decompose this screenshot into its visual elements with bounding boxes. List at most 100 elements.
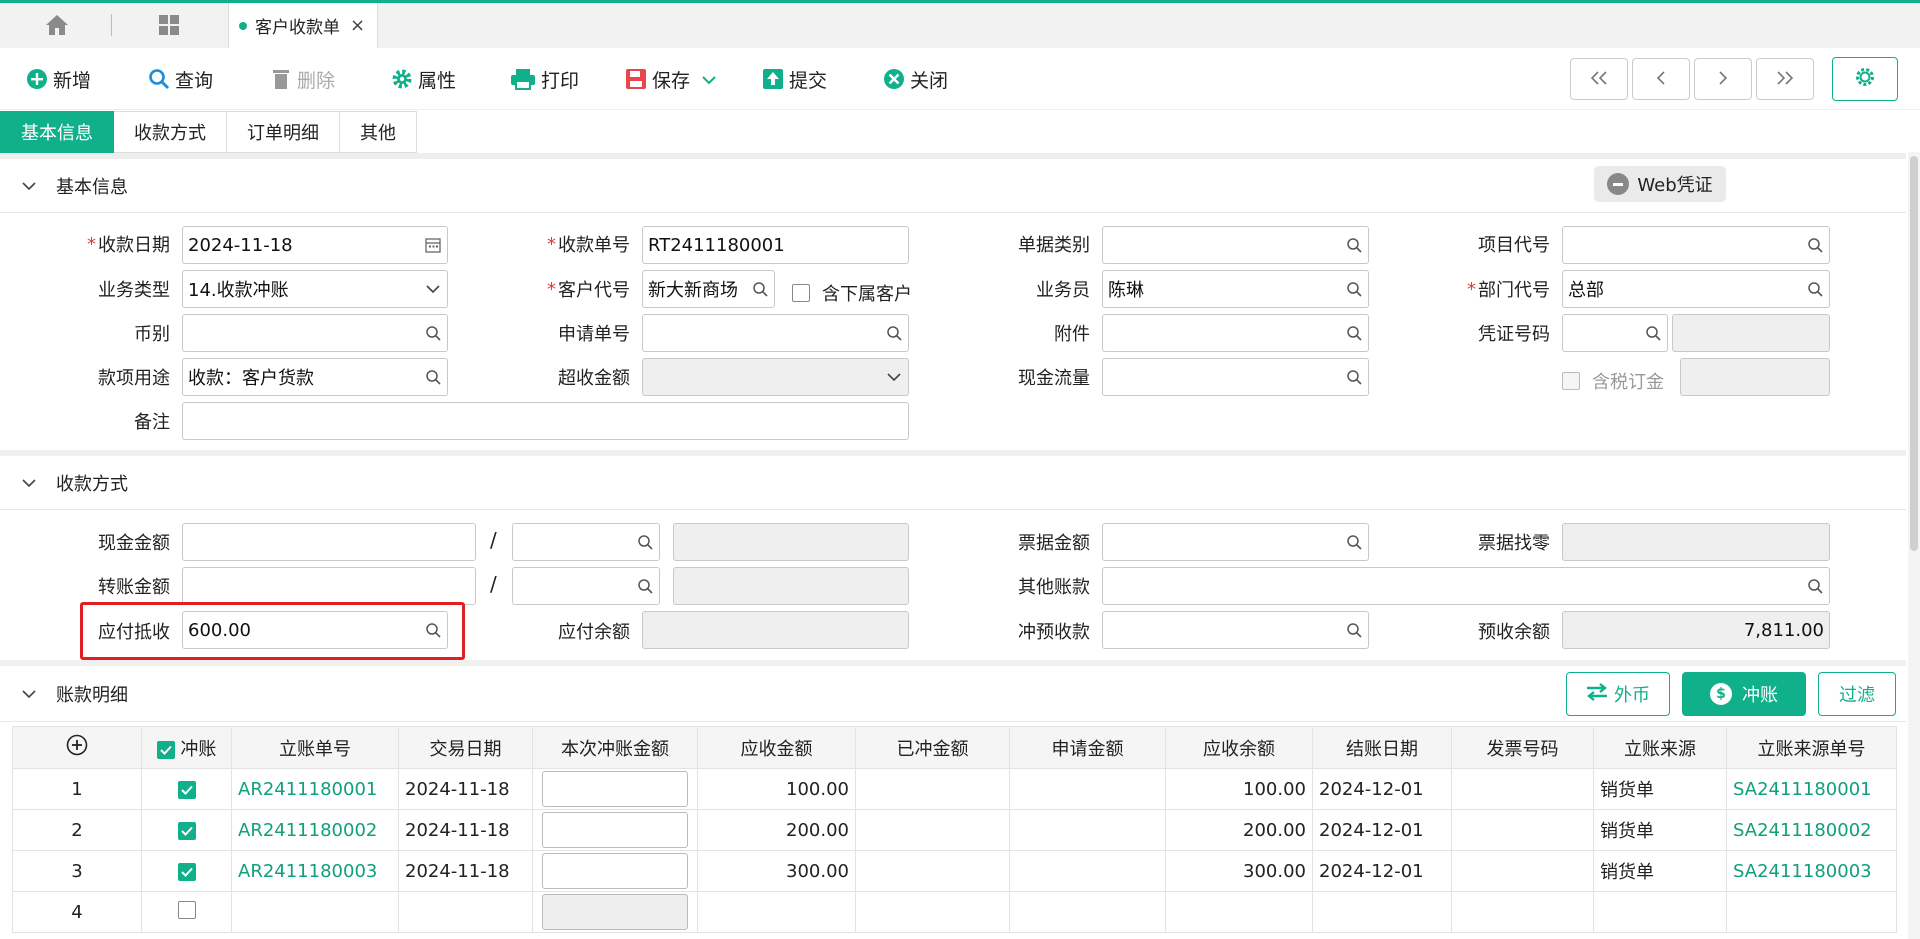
ar-no-link[interactable]: AR2411180003 xyxy=(231,850,399,892)
vertical-scrollbar[interactable] xyxy=(1908,152,1920,939)
search-icon[interactable] xyxy=(424,368,442,386)
ar-no-link[interactable] xyxy=(231,891,399,933)
currency-field[interactable] xyxy=(182,314,448,352)
offset-amount-input[interactable] xyxy=(542,894,688,930)
transfer-account-field[interactable] xyxy=(512,567,660,605)
search-icon[interactable] xyxy=(424,324,442,342)
search-icon[interactable] xyxy=(1345,324,1363,342)
salesman-field[interactable]: 陈琳 xyxy=(1102,270,1369,308)
submit-button[interactable]: 提交 xyxy=(762,62,827,96)
delete-button[interactable]: 删除 xyxy=(270,62,335,96)
table-row[interactable]: 1 AR2411180001 2024-11-18 100.00 100.00 … xyxy=(12,768,1897,810)
tab-order-detail[interactable]: 订单明细 xyxy=(227,111,340,153)
select-all-checkbox[interactable] xyxy=(156,740,175,759)
ar-no-link[interactable]: AR2411180002 xyxy=(231,809,399,851)
scrollbar-thumb[interactable] xyxy=(1910,156,1918,551)
search-icon[interactable] xyxy=(1806,280,1824,298)
row-checkbox[interactable] xyxy=(141,850,232,892)
purpose-field[interactable]: 收款：客户货款 xyxy=(182,358,448,396)
print-button[interactable]: 打印 xyxy=(510,62,579,96)
prepay-offset-field[interactable] xyxy=(1102,611,1369,649)
next-record-button[interactable] xyxy=(1694,58,1752,100)
over-amount-select[interactable] xyxy=(642,358,909,396)
apply-no-field[interactable] xyxy=(642,314,909,352)
offset-amount-cell[interactable] xyxy=(532,809,698,851)
tab-customer-receipt[interactable]: 客户收款单 × xyxy=(228,3,378,48)
biz-type-select[interactable]: 14.收款冲账 xyxy=(182,270,448,308)
offset-amount-cell[interactable] xyxy=(532,850,698,892)
offset-amount-input[interactable] xyxy=(542,771,688,807)
apps-grid-icon[interactable] xyxy=(154,10,184,40)
tab-payment-method[interactable]: 收款方式 xyxy=(114,111,227,153)
row-checkbox[interactable] xyxy=(141,891,232,933)
close-button[interactable]: 关闭 xyxy=(883,62,948,96)
receipt-date-field[interactable]: 2024-11-18 xyxy=(182,226,448,264)
source-no-link[interactable]: SA2411180001 xyxy=(1726,768,1897,810)
cash-account-field[interactable] xyxy=(512,523,660,561)
home-icon[interactable] xyxy=(42,10,72,40)
dept-code-field[interactable]: 总部 xyxy=(1562,270,1830,308)
properties-button[interactable]: 属性 xyxy=(391,62,456,96)
col-offset[interactable]: 冲账 xyxy=(141,726,232,769)
checkbox[interactable] xyxy=(792,284,810,302)
row-checkbox[interactable] xyxy=(141,768,232,810)
web-voucher-button[interactable]: Web凭证 xyxy=(1594,166,1726,202)
bill-amount-field[interactable] xyxy=(1102,523,1369,561)
add-row-icon[interactable] xyxy=(12,726,142,769)
table-row[interactable]: 4 xyxy=(12,891,1897,933)
doc-type-field[interactable] xyxy=(1102,226,1369,264)
attachment-field[interactable] xyxy=(1102,314,1369,352)
search-icon[interactable] xyxy=(1345,621,1363,639)
chevron-down-icon[interactable] xyxy=(702,68,716,90)
prev-record-button[interactable] xyxy=(1632,58,1690,100)
include-sub-customer-checkbox[interactable]: 含下属客户 xyxy=(792,280,912,306)
source-no-link[interactable] xyxy=(1726,891,1897,933)
search-icon[interactable] xyxy=(1644,324,1662,342)
offset-amount-input[interactable] xyxy=(542,812,688,848)
calendar-icon[interactable] xyxy=(424,236,442,254)
table-row[interactable]: 2 AR2411180002 2024-11-18 200.00 200.00 … xyxy=(12,809,1897,851)
search-icon[interactable] xyxy=(1345,236,1363,254)
tab-basic-info[interactable]: 基本信息 xyxy=(0,111,114,153)
close-tab-icon[interactable]: × xyxy=(350,15,365,36)
first-record-button[interactable] xyxy=(1570,58,1628,100)
query-button[interactable]: 查询 xyxy=(148,62,213,96)
search-icon[interactable] xyxy=(751,280,769,298)
offset-button[interactable]: $ 冲账 xyxy=(1682,672,1806,716)
table-row[interactable]: 3 AR2411180003 2024-11-18 300.00 300.00 … xyxy=(12,850,1897,892)
checkbox[interactable] xyxy=(177,900,196,919)
chevron-down-icon[interactable] xyxy=(424,280,442,298)
customer-code-field[interactable]: 新大新商场 xyxy=(642,270,775,308)
offset-amount-input[interactable] xyxy=(542,853,688,889)
search-icon[interactable] xyxy=(1345,368,1363,386)
offset-amount-cell[interactable] xyxy=(532,768,698,810)
receipt-no-field[interactable]: RT2411180001 xyxy=(642,226,909,264)
transfer-amount-field[interactable] xyxy=(182,567,476,605)
tab-other[interactable]: 其他 xyxy=(340,111,417,153)
search-icon[interactable] xyxy=(1806,236,1824,254)
offset-amount-cell[interactable] xyxy=(532,891,698,933)
voucher-no-field[interactable] xyxy=(1562,314,1668,352)
chevron-down-icon[interactable] xyxy=(885,368,903,386)
filter-button[interactable]: 过滤 xyxy=(1818,672,1896,716)
add-button[interactable]: 新增 xyxy=(26,62,91,96)
cash-amount-field[interactable] xyxy=(182,523,476,561)
foreign-currency-button[interactable]: 外币 xyxy=(1566,672,1670,716)
search-icon[interactable] xyxy=(1345,533,1363,551)
source-no-link[interactable]: SA2411180003 xyxy=(1726,850,1897,892)
payment-header[interactable]: 收款方式 xyxy=(0,456,1906,510)
last-record-button[interactable] xyxy=(1756,58,1814,100)
row-checkbox[interactable] xyxy=(141,809,232,851)
search-icon[interactable] xyxy=(1345,280,1363,298)
search-icon[interactable] xyxy=(1806,577,1824,595)
ar-no-link[interactable]: AR2411180001 xyxy=(231,768,399,810)
settings-button[interactable] xyxy=(1832,57,1898,101)
search-icon[interactable] xyxy=(636,577,654,595)
tax-deposit-checkbox[interactable]: 含税订金 xyxy=(1562,368,1664,394)
search-icon[interactable] xyxy=(885,324,903,342)
checkbox[interactable] xyxy=(1562,372,1580,390)
search-icon[interactable] xyxy=(636,533,654,551)
cash-flow-field[interactable] xyxy=(1102,358,1369,396)
checkbox[interactable] xyxy=(177,862,196,881)
save-button[interactable]: 保存 xyxy=(625,62,716,96)
